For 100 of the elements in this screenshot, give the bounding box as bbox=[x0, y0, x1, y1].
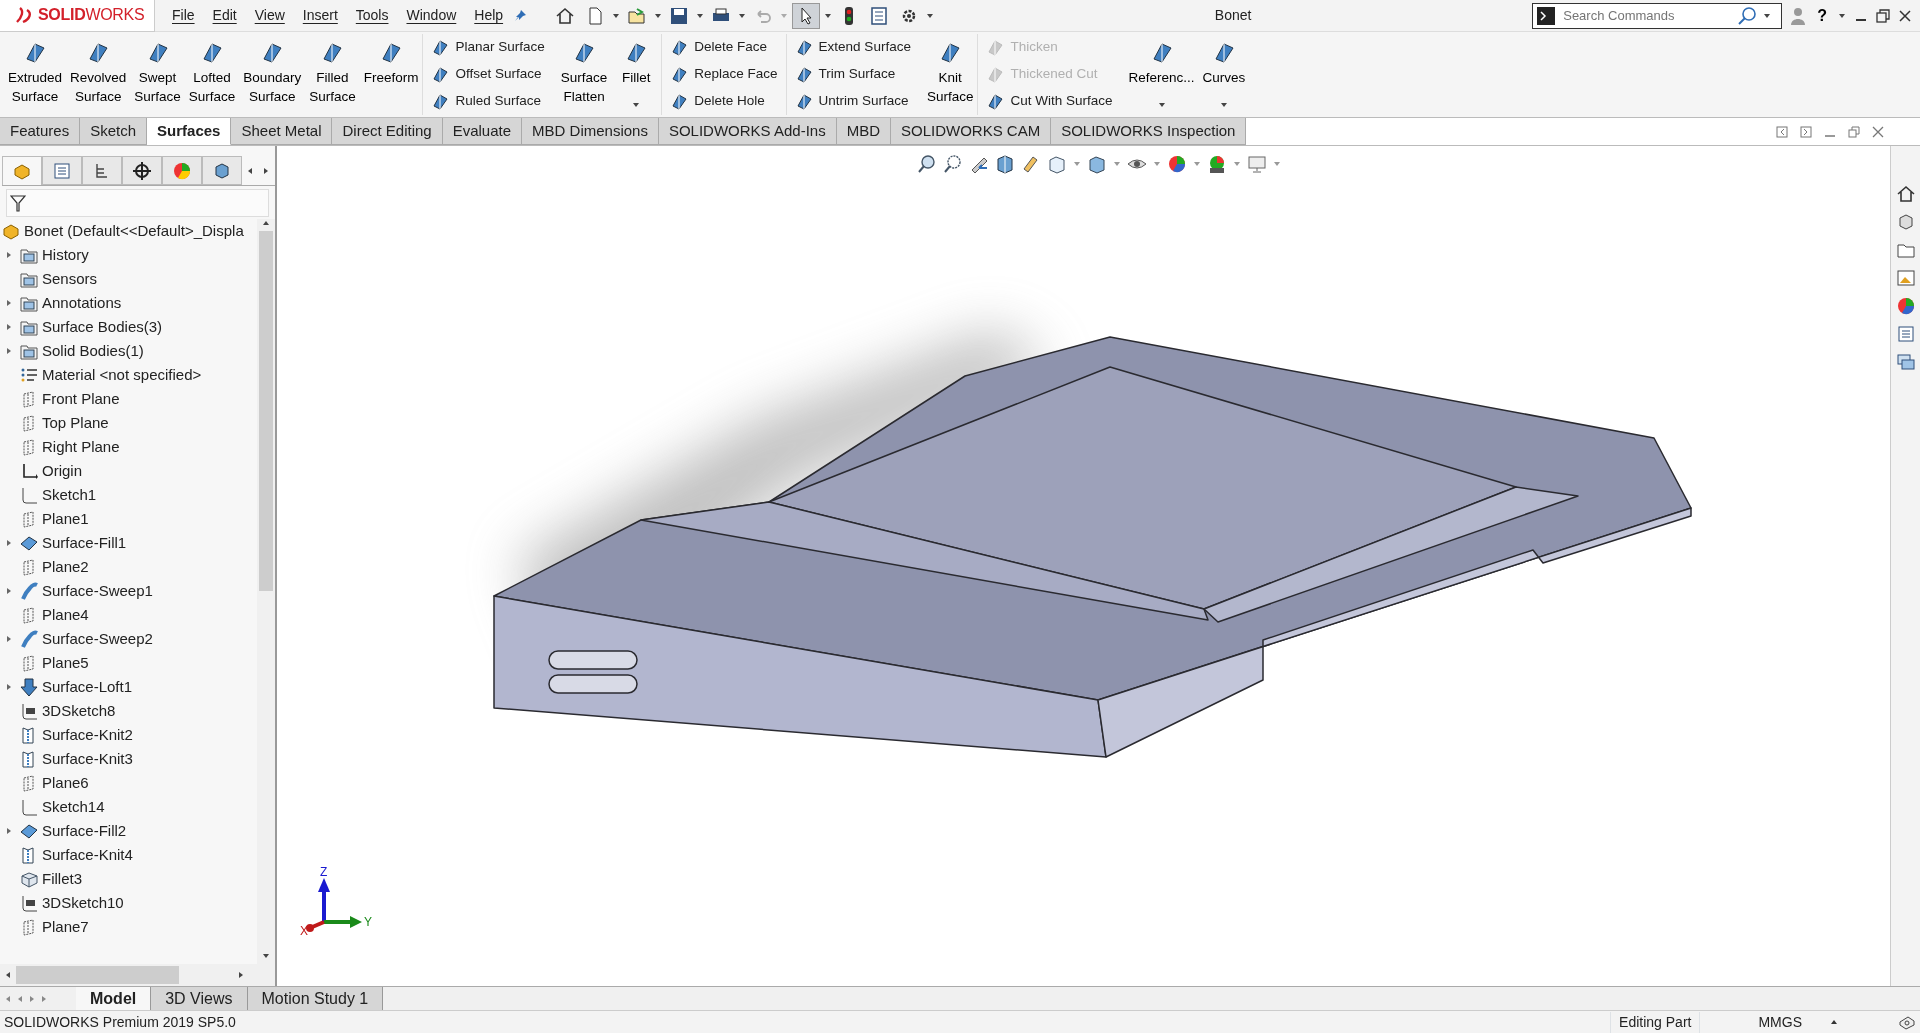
tree-item[interactable]: Plane7 bbox=[42, 915, 89, 939]
scrollbar-thumb[interactable] bbox=[259, 231, 273, 591]
section-view-icon[interactable] bbox=[995, 154, 1015, 174]
command-tab[interactable]: MBD Dimensions bbox=[522, 118, 659, 145]
filter-field[interactable] bbox=[6, 189, 269, 217]
command-tab[interactable]: Features bbox=[0, 118, 81, 145]
tree-item[interactable]: Surface-Fill2 bbox=[42, 819, 127, 843]
tree-item[interactable]: Sketch1 bbox=[42, 483, 97, 507]
ribbon-button[interactable]: Offset Surface bbox=[429, 63, 547, 86]
tree-item[interactable]: Sensors bbox=[42, 267, 98, 291]
menu-item[interactable]: View bbox=[245, 5, 294, 26]
units-selector[interactable]: MMGS bbox=[1750, 1011, 1810, 1033]
tree-item[interactable]: Fillet3 bbox=[42, 867, 82, 891]
close-icon[interactable] bbox=[1898, 8, 1912, 23]
command-tab[interactable]: Evaluate bbox=[442, 118, 523, 145]
tree-item[interactable]: Origin bbox=[42, 459, 82, 483]
ribbon-button[interactable]: Curves bbox=[1198, 34, 1250, 115]
appearance-icon[interactable] bbox=[1167, 154, 1187, 174]
color-wheel-icon[interactable] bbox=[1895, 296, 1916, 316]
menu-item[interactable]: Insert bbox=[293, 5, 347, 26]
tree-item[interactable]: Front Plane bbox=[42, 387, 120, 411]
ribbon-button[interactable]: Planar Surface bbox=[429, 36, 547, 59]
tree-item[interactable]: Surface-Knit3 bbox=[42, 747, 133, 771]
tree-item[interactable]: 3DSketch10 bbox=[42, 891, 124, 915]
command-tab[interactable]: SOLIDWORKS CAM bbox=[891, 118, 1052, 145]
tree-item[interactable]: Plane2 bbox=[42, 555, 89, 579]
user-icon[interactable] bbox=[1790, 6, 1807, 25]
ribbon-button[interactable]: Freeform bbox=[359, 34, 423, 115]
search-field[interactable]: Search Commands bbox=[1561, 4, 1732, 27]
home-icon[interactable] bbox=[1895, 184, 1916, 204]
tree-item[interactable]: History bbox=[42, 243, 89, 267]
ribbon-button[interactable]: Revolved Surface bbox=[66, 34, 131, 115]
list-icon[interactable] bbox=[1895, 324, 1916, 344]
command-tab[interactable]: Direct Editing bbox=[332, 118, 443, 145]
menu-item[interactable]: Edit bbox=[203, 5, 246, 26]
expand-icon[interactable] bbox=[5, 635, 13, 643]
expand-icon[interactable] bbox=[5, 251, 13, 259]
ribbon-button[interactable]: Ruled Surface bbox=[429, 90, 547, 113]
ribbon-button[interactable]: Filled Surface bbox=[305, 34, 360, 115]
tree-item[interactable]: Top Plane bbox=[42, 411, 109, 435]
tree-item[interactable]: Plane4 bbox=[42, 603, 89, 627]
rebuild-icon[interactable] bbox=[1898, 1014, 1916, 1030]
command-tab[interactable]: SOLIDWORKS Add-Ins bbox=[658, 118, 837, 145]
ribbon-button[interactable]: Cut With Surface bbox=[984, 90, 1115, 113]
bottom-tab[interactable]: Motion Study 1 bbox=[247, 987, 384, 1010]
command-tab[interactable]: Sketch bbox=[80, 118, 148, 145]
scene-icon[interactable] bbox=[1207, 154, 1227, 174]
ribbon-button[interactable]: Swept Surface bbox=[130, 34, 185, 115]
ribbon-button[interactable]: Delete Face bbox=[668, 36, 780, 59]
ribbon-button[interactable]: Referenc... bbox=[1124, 34, 1199, 115]
chat-icon[interactable] bbox=[1895, 352, 1916, 372]
panel-tab[interactable] bbox=[202, 156, 242, 185]
command-tab[interactable]: SOLIDWORKS Inspection bbox=[1051, 118, 1247, 145]
tree-root[interactable]: Bonet (Default<<Default>_Displa bbox=[24, 219, 244, 243]
display-style-icon[interactable] bbox=[1087, 154, 1107, 174]
tree-item[interactable]: Surface-Sweep2 bbox=[42, 627, 153, 651]
expand-icon[interactable] bbox=[5, 323, 13, 331]
panel-tab[interactable] bbox=[122, 156, 162, 185]
menu-item[interactable]: Help bbox=[465, 5, 513, 26]
zoom-area-icon[interactable] bbox=[943, 154, 963, 174]
ribbon-button[interactable]: Replace Face bbox=[668, 63, 780, 86]
image-icon[interactable] bbox=[1895, 268, 1916, 288]
zoom-fit-icon[interactable] bbox=[917, 154, 937, 174]
command-tab[interactable]: MBD bbox=[836, 118, 891, 145]
ribbon-button[interactable]: Lofted Surface bbox=[184, 34, 240, 115]
expand-icon[interactable] bbox=[5, 347, 13, 355]
ribbon-button[interactable]: Boundary Surface bbox=[239, 34, 306, 115]
tree-item[interactable]: Annotations bbox=[42, 291, 122, 315]
bottom-tab[interactable]: 3D Views bbox=[151, 987, 248, 1010]
ribbon-button[interactable]: Knit Surface bbox=[922, 34, 978, 115]
tree-item[interactable]: Plane6 bbox=[42, 771, 89, 795]
tree-item[interactable]: Surface-Fill1 bbox=[42, 531, 127, 555]
ribbon-button[interactable]: Extruded Surface bbox=[4, 34, 67, 115]
expand-icon[interactable] bbox=[5, 683, 13, 691]
tree-item[interactable]: Sketch14 bbox=[42, 795, 105, 819]
tile-left-icon[interactable] bbox=[1776, 126, 1788, 138]
tree-item[interactable]: Material <not specified> bbox=[42, 363, 202, 387]
ribbon-button[interactable]: Trim Surface bbox=[792, 63, 913, 86]
tree-item[interactable]: Plane5 bbox=[42, 651, 89, 675]
restore-icon[interactable] bbox=[1876, 8, 1890, 23]
tree-item[interactable]: 3DSketch8 bbox=[42, 699, 116, 723]
tree-item[interactable]: Surface-Knit4 bbox=[42, 843, 133, 867]
tree-item[interactable]: Solid Bodies(1) bbox=[42, 339, 144, 363]
expand-icon[interactable] bbox=[5, 539, 13, 547]
tree-item[interactable]: Surface-Loft1 bbox=[42, 675, 133, 699]
search-box[interactable]: Search Commands bbox=[1532, 2, 1783, 29]
expand-icon[interactable] bbox=[5, 587, 13, 595]
pin-icon[interactable] bbox=[512, 7, 529, 24]
ribbon-button[interactable]: Extend Surface bbox=[792, 36, 913, 59]
ribbon-button[interactable]: Surface Flatten bbox=[556, 34, 612, 115]
tree-item[interactable]: Plane1 bbox=[42, 507, 89, 531]
ribbon-button[interactable]: Untrim Surface bbox=[792, 90, 913, 113]
command-tab[interactable]: Sheet Metal bbox=[231, 118, 333, 145]
help-button[interactable]: ? bbox=[1814, 1, 1830, 30]
tree-item[interactable]: Surface-Knit2 bbox=[42, 723, 133, 747]
tree-item[interactable]: Surface Bodies(3) bbox=[42, 315, 163, 339]
tree-item[interactable]: Right Plane bbox=[42, 435, 120, 459]
bottom-tab[interactable]: Model bbox=[76, 987, 152, 1010]
tree-item[interactable]: Surface-Sweep1 bbox=[42, 579, 153, 603]
select-button[interactable] bbox=[792, 2, 821, 29]
